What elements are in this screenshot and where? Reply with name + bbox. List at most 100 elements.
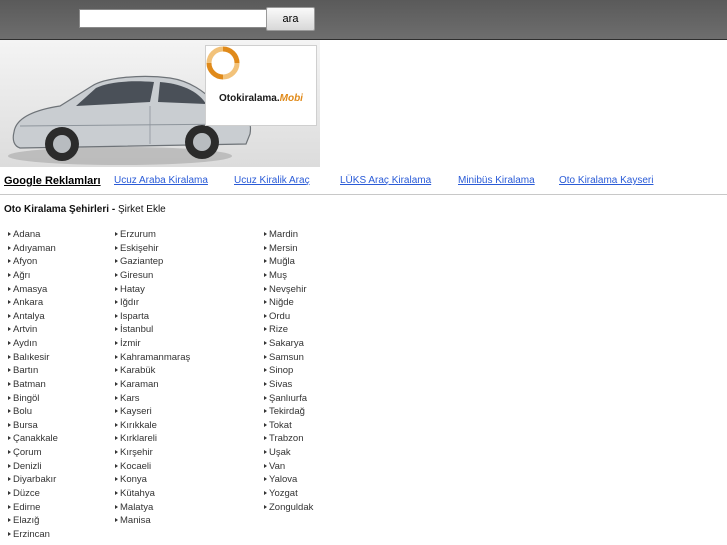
city-name: Iğdır [120,297,140,309]
city-link[interactable]: Bolu [8,405,58,419]
city-link[interactable]: Kırklareli [115,432,190,446]
city-link[interactable]: Elazığ [8,514,58,528]
city-name: Kars [120,392,140,404]
city-link[interactable]: Antalya [8,310,58,324]
city-link[interactable]: Kayseri [115,405,190,419]
city-link[interactable]: Zonguldak [264,501,313,515]
city-link[interactable]: Düzce [8,487,58,501]
city-link[interactable]: Isparta [115,310,190,324]
city-link[interactable]: Kütahya [115,487,190,501]
city-link[interactable]: Bursa [8,419,58,433]
city-link[interactable]: Erzurum [115,228,190,242]
city-link[interactable]: Kocaeli [115,460,190,474]
city-name: Niğde [269,297,294,309]
city-link[interactable]: Bingöl [8,392,58,406]
city-name: Erzurum [120,229,156,240]
city-link[interactable]: Trabzon [264,432,313,446]
arrow-right-icon [264,463,267,468]
city-link[interactable]: Konya [115,473,190,487]
city-list-column-2: Erzurum Eskişehir Gaziantep Giresun Hatay Iğd… [115,228,190,528]
city-link[interactable]: Adana [8,228,58,242]
city-link[interactable]: Edirne [8,501,58,515]
city-link[interactable]: Ağrı [8,269,58,283]
search-button[interactable]: ara [266,7,315,31]
city-link[interactable]: Karaman [115,378,190,392]
city-link[interactable]: Rize [264,323,313,337]
city-link[interactable]: Karabük [115,364,190,378]
city-link[interactable]: Manisa [115,514,190,528]
city-link[interactable]: Artvin [8,323,58,337]
city-link[interactable]: Iğdır [115,296,190,310]
city-link[interactable]: Balıkesir [8,351,58,365]
city-link[interactable]: Mersin [264,242,313,256]
arrow-right-icon [8,450,11,454]
city-link[interactable]: Aydın [8,337,58,351]
city-link[interactable]: Malatya [115,501,190,515]
arrow-right-icon [115,286,118,291]
city-link[interactable]: Şanlıurfa [264,392,313,406]
arrow-right-icon [264,354,267,359]
city-link[interactable]: Kırşehir [115,446,190,460]
ad-link[interactable]: Minibüs Kiralama [458,175,535,186]
city-link[interactable]: Denizli [8,460,58,474]
arrow-right-icon [8,245,11,250]
city-link[interactable]: Niğde [264,296,313,310]
city-link[interactable]: İzmir [115,337,190,351]
ad-link[interactable]: Ucuz Araba Kiralama [114,175,208,186]
city-link[interactable]: Van [264,460,313,474]
arrow-right-icon [115,368,118,373]
city-link[interactable]: Yozgat [264,487,313,501]
city-name: Tokat [269,419,292,431]
arrow-right-icon [264,272,267,277]
city-link[interactable]: Tokat [264,419,313,433]
city-link[interactable]: Amasya [8,283,58,297]
city-link[interactable]: Kars [115,392,190,406]
city-link[interactable]: Batman [8,378,58,392]
city-link[interactable]: Çanakkale [8,432,58,446]
city-link[interactable]: Adıyaman [8,242,58,256]
city-link[interactable]: Tekirdağ [264,405,313,419]
city-link[interactable]: İstanbul [115,323,190,337]
city-link[interactable]: Afyon [8,255,58,269]
ad-link[interactable]: Ucuz Kiralik Araç [234,175,310,186]
city-link[interactable]: Erzincan [8,528,58,542]
city-link[interactable]: Ordu [264,310,313,324]
city-link[interactable]: Çorum [8,446,58,460]
city-name: Düzce [13,487,40,499]
city-link[interactable]: Mardin [264,228,313,242]
city-name: Rize [269,324,289,336]
city-link[interactable]: Gaziantep [115,255,190,269]
city-link[interactable]: Muğla [264,255,313,269]
city-link[interactable]: Sakarya [264,337,313,351]
city-link[interactable]: Giresun [115,269,190,283]
arrow-right-icon [8,504,11,509]
city-link[interactable]: Hatay [115,283,190,297]
arrow-right-icon [8,518,11,523]
city-name: Konya [120,474,147,486]
city-name: Aydın [13,338,38,349]
ads-title[interactable]: Google Reklamları [4,175,101,187]
city-name: Bursa [13,419,38,431]
city-link[interactable]: Muş [264,269,313,283]
city-name: Nevşehir [269,283,307,295]
city-link[interactable]: Ankara [8,296,58,310]
city-link[interactable]: Sinop [264,364,313,378]
arrow-right-icon [264,368,267,373]
city-link[interactable]: Yalova [264,473,313,487]
city-link[interactable]: Kırıkkale [115,419,190,433]
city-link[interactable]: Sivas [264,378,313,392]
city-link[interactable]: Uşak [264,446,313,460]
ad-link[interactable]: Oto Kiralama Kayseri [559,175,653,186]
arrow-right-icon [264,381,267,386]
search-input[interactable] [79,9,268,28]
ad-link[interactable]: LÜKS Araç Kiralama [340,175,431,186]
city-link[interactable]: Nevşehir [264,283,313,297]
city-link[interactable]: Kahramanmaraş [115,351,190,365]
arrow-right-icon [115,422,118,427]
city-link[interactable]: Samsun [264,351,313,365]
city-link[interactable]: Eskişehir [115,242,190,256]
city-link[interactable]: Diyarbakır [8,473,58,487]
city-name: Elazığ [13,515,40,527]
add-company-link[interactable]: Şirket Ekle [118,204,166,215]
city-link[interactable]: Bartın [8,364,58,378]
